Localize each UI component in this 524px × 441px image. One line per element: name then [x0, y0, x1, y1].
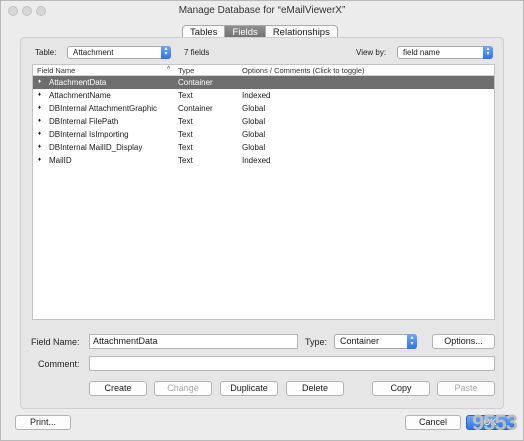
column-header-options[interactable]: Options / Comments (Click to toggle) — [242, 66, 365, 75]
type-label: Type: — [305, 337, 328, 347]
drag-handle-icon[interactable]: ♦ — [38, 76, 41, 89]
row-field-type: Container — [178, 104, 213, 113]
row-field-options: Global — [242, 117, 266, 126]
duplicate-button[interactable]: Duplicate — [220, 381, 278, 396]
column-header-type[interactable]: Type — [178, 66, 194, 75]
table-row[interactable]: ♦ MailID Text Indexed — [33, 154, 494, 167]
comment-input[interactable] — [89, 356, 495, 371]
row-field-options: Global — [242, 130, 266, 139]
delete-button[interactable]: Delete — [286, 381, 344, 396]
table-select-value: Attachment — [73, 48, 114, 57]
stepper-arrows-icon: ▴ ▾ — [483, 46, 493, 59]
title-bar: Manage Database for “eMailViewerX” — [1, 1, 523, 21]
row-field-type: Text — [178, 91, 193, 100]
copy-button[interactable]: Copy — [372, 381, 430, 396]
drag-handle-icon[interactable]: ♦ — [38, 128, 41, 141]
drag-handle-icon[interactable]: ♦ — [38, 141, 41, 154]
column-header-field-name[interactable]: Field Name — [37, 66, 75, 75]
manage-database-window: Manage Database for “eMailViewerX” Table… — [0, 0, 524, 441]
view-by-label: View by: — [356, 48, 387, 57]
stepper-arrows-icon: ▴ ▾ — [407, 334, 417, 349]
field-count: 7 fields — [184, 48, 210, 57]
row-field-name: DBInternal IsImporting — [49, 130, 129, 139]
row-field-name: DBInternal MailID_Display — [49, 143, 143, 152]
row-field-options: Indexed — [242, 156, 271, 165]
site-watermark: 9553 — [472, 410, 518, 435]
change-button[interactable]: Change — [154, 381, 212, 396]
row-field-options: Global — [242, 104, 266, 113]
row-field-name: AttachmentName — [49, 91, 111, 100]
row-field-type: Text — [178, 117, 193, 126]
row-field-name: DBInternal AttachmentGraphic — [49, 104, 158, 113]
field-name-input[interactable]: AttachmentData — [89, 334, 298, 349]
options-button[interactable]: Options... — [432, 334, 495, 349]
row-field-type: Container — [178, 78, 213, 87]
drag-handle-icon[interactable]: ♦ — [38, 102, 41, 115]
row-field-options: Global — [242, 143, 266, 152]
type-select-value: Container — [340, 336, 380, 346]
stepper-arrows-icon: ▴ ▾ — [161, 46, 171, 59]
table-row[interactable]: ♦ DBInternal FilePath Text Global — [33, 115, 494, 128]
table-row[interactable]: ♦ DBInternal AttachmentGraphic Container Gl… — [33, 102, 494, 115]
row-field-name: AttachmentData — [49, 78, 107, 87]
row-field-type: Text — [178, 130, 193, 139]
comment-label: Comment: — [38, 359, 80, 369]
table-select[interactable]: Attachment ▴ ▾ — [67, 46, 171, 59]
table-row[interactable]: ♦ AttachmentName Text Indexed — [33, 89, 494, 102]
row-field-name: MailID — [49, 156, 72, 165]
table-row[interactable]: ♦ DBInternal IsImporting Text Global — [33, 128, 494, 141]
minimize-window-icon[interactable] — [22, 6, 32, 16]
type-select[interactable]: Container ▴ ▾ — [334, 334, 417, 349]
view-by-select[interactable]: field name ▴ ▾ — [397, 46, 493, 59]
zoom-window-icon[interactable] — [36, 6, 46, 16]
drag-handle-icon[interactable]: ♦ — [38, 154, 41, 167]
field-rows: ♦ AttachmentData Container ♦ AttachmentName T… — [33, 76, 494, 167]
window-title: Manage Database for “eMailViewerX” — [178, 5, 346, 16]
table-label: Table: — [35, 48, 57, 57]
sort-ascending-icon: ^ — [167, 66, 171, 73]
row-field-name: DBInternal FilePath — [49, 117, 119, 126]
table-row[interactable]: ♦ DBInternal MailID_Display Text Global — [33, 141, 494, 154]
field-name-label: Field Name: — [31, 337, 80, 347]
row-field-options: Indexed — [242, 91, 271, 100]
row-field-type: Text — [178, 143, 193, 152]
paste-button[interactable]: Paste — [437, 381, 495, 396]
field-list: Field Name ^ Type Options / Comments (Cl… — [32, 64, 495, 320]
list-header: Field Name ^ Type Options / Comments (Cl… — [33, 65, 494, 76]
create-button[interactable]: Create — [89, 381, 147, 396]
row-field-type: Text — [178, 156, 193, 165]
drag-handle-icon[interactable]: ♦ — [38, 89, 41, 102]
print-button[interactable]: Print... — [15, 415, 71, 430]
table-row[interactable]: ♦ AttachmentData Container — [33, 76, 494, 89]
close-window-icon[interactable] — [8, 6, 18, 16]
view-by-select-value: field name — [403, 48, 440, 57]
drag-handle-icon[interactable]: ♦ — [38, 115, 41, 128]
